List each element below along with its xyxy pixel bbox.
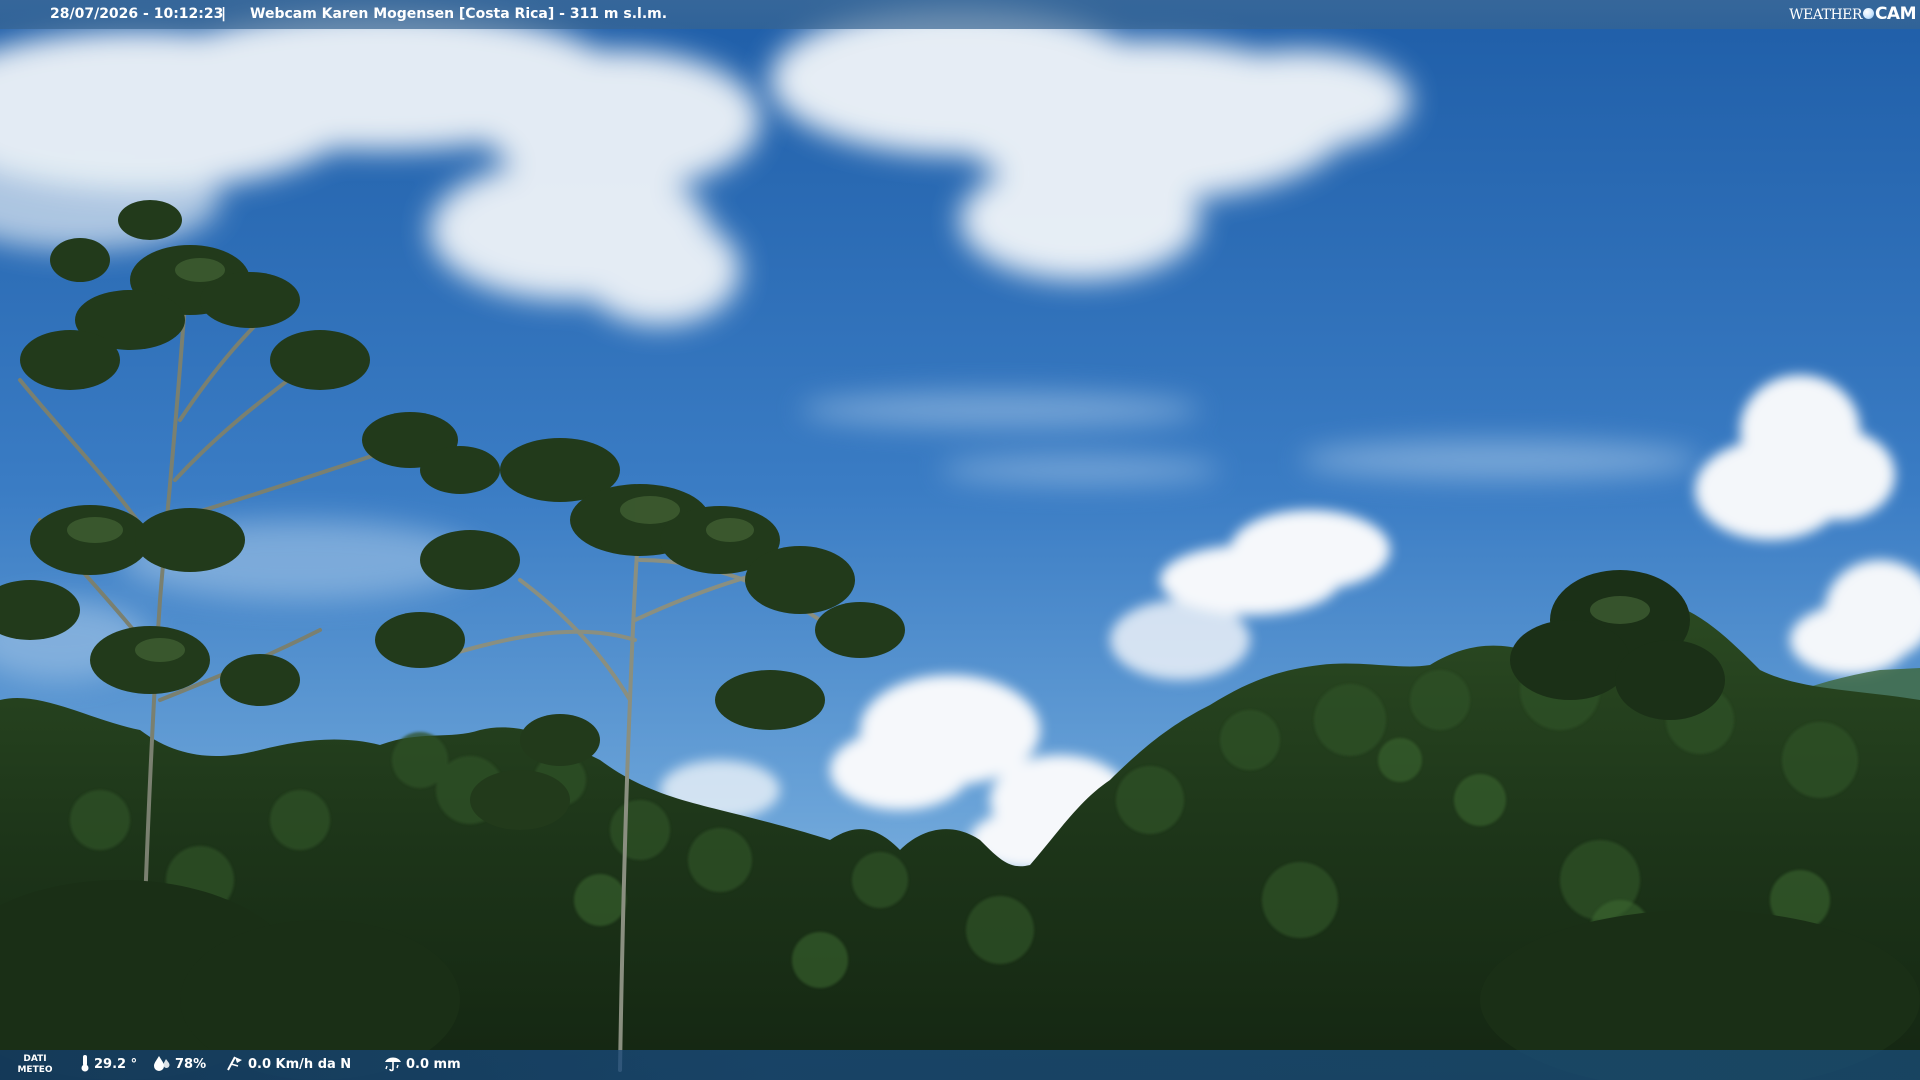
temperature-value: 29.2 ° [94,1057,138,1072]
weather-label-line1: DATI [23,1054,47,1064]
webcam-scene-image [0,0,1920,1080]
wind-icon [227,1056,242,1071]
humidity-drop-icon [154,1056,170,1071]
weather-label-line2: METEO [17,1065,53,1075]
top-info-bar: 28/07/2026 - 10:12:23 | Webcam Karen Mog… [0,0,1920,29]
rain-gauge-icon [385,1057,401,1072]
logo-text-weather: WEATHER [1789,7,1862,23]
weather-data-bar: DATI METEO 29.2 ° 78% 0.0 Km/h da N 0.0 … [0,1050,1920,1080]
rain-value: 0.0 mm [406,1057,461,1072]
timestamp: 28/07/2026 - 10:12:23 [50,6,224,22]
rain-reading: 0.0 mm [384,1050,461,1080]
webcam-view: 28/07/2026 - 10:12:23 | Webcam Karen Mog… [0,0,1920,1080]
thermometer-icon [81,1055,89,1072]
title-separator: | [221,6,227,22]
logo-text-cam: CAM [1874,4,1917,24]
temperature-reading: 29.2 ° [80,1050,137,1080]
webcam-title: Webcam Karen Mogensen [Costa Rica] - 311… [250,6,668,22]
logo-globe-icon [1862,8,1874,19]
wind-reading: 0.0 Km/h da N [226,1050,351,1080]
humidity-value: 78% [175,1057,207,1072]
humidity-reading: 78% [153,1050,206,1080]
weathercam-logo: WEATHER CAM [1789,2,1916,27]
wind-value: 0.0 Km/h da N [248,1057,352,1072]
weather-data-label: DATI METEO [14,1054,56,1076]
